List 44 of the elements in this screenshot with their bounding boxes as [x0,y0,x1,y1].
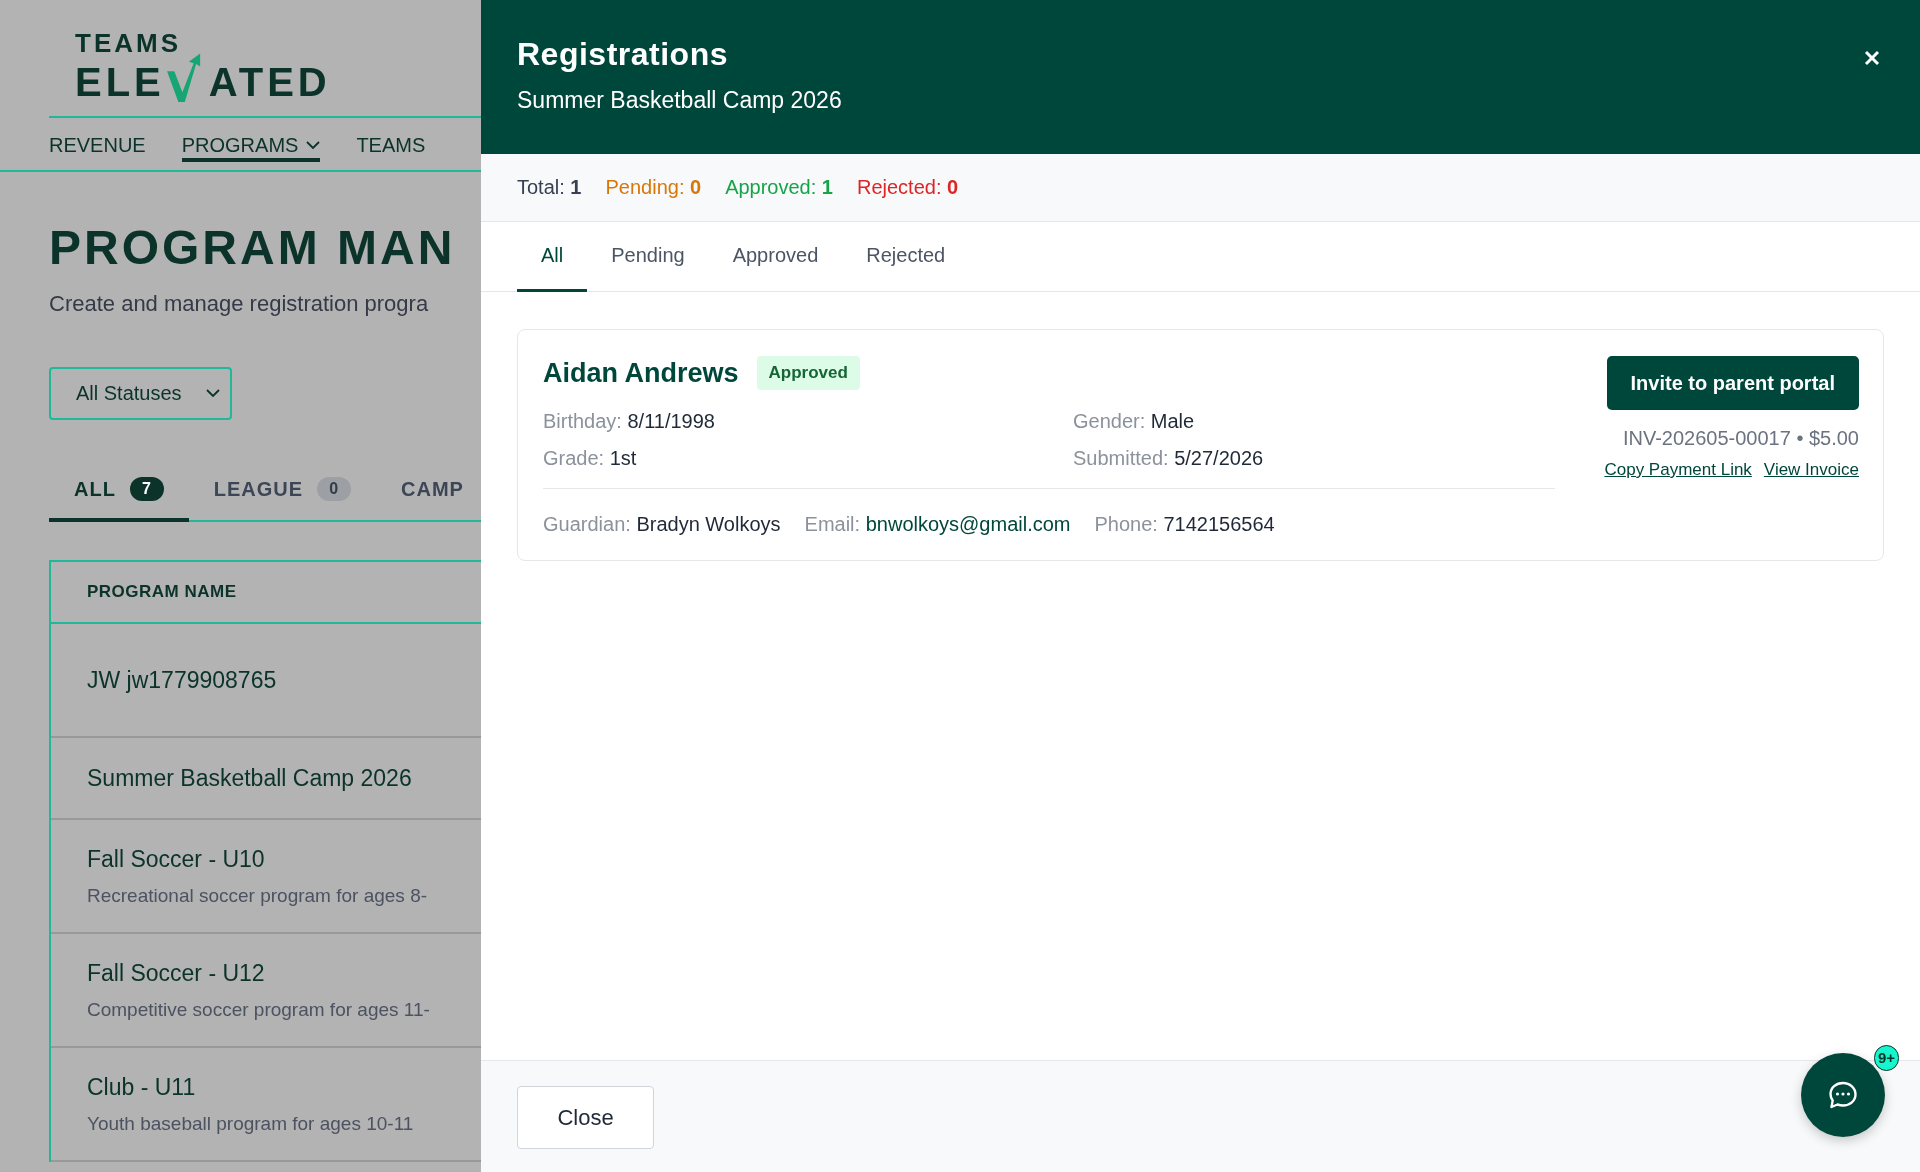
program-name: JW jw1779908765 [87,666,277,694]
detail-field: Grade: 1st [543,447,1073,470]
chevron-down-icon [206,389,220,398]
category-tab[interactable]: LEAGUE 0 [188,460,377,522]
detail-field: Birthday: 8/11/1998 [543,410,1073,433]
filter-tab[interactable]: All [517,222,588,292]
summary-count: Approved: 1 [725,176,833,199]
program-name: Fall Soccer - U10 [87,845,265,873]
program-name: Fall Soccer - U12 [87,959,265,987]
page-title: PROGRAM MAN [49,220,456,275]
summary-count: Rejected: 0 [857,176,959,199]
program-name: Summer Basketball Camp 2026 [87,764,412,792]
invoice-summary: INV-202605-00017 • $5.00 [1622,427,1859,450]
filter-tab[interactable]: Approved [708,222,843,292]
close-button[interactable]: Close [517,1086,654,1149]
summary-count: Total: 1 [517,176,582,199]
contact-field: Email: bnwolkoys@gmail.com [804,513,1071,536]
filter-tab[interactable]: Rejected [842,222,970,292]
contact-field: Guardian: Bradyn Wolkoys [543,513,781,536]
status-badge: Approved [756,356,860,390]
drawer-subtitle: Summer Basketball Camp 2026 [517,87,842,114]
invoice-link[interactable]: View Invoice [1763,460,1859,480]
page-subtitle: Create and manage registration progra [49,291,429,317]
invite-button[interactable]: Invite to parent portal [1606,356,1859,410]
filter-tab[interactable]: Pending [587,222,709,292]
nav-tab[interactable]: PROGRAMS [181,132,321,162]
nav-tab[interactable]: REVENUE [49,132,146,162]
program-name: Club - U11 [87,1073,196,1101]
program-description: Youth baseball program for ages 10-11 [87,1112,414,1135]
program-description: Recreational soccer program for ages 8- [87,884,428,907]
contact-field: Phone: 7142156564 [1094,513,1275,536]
category-tab[interactable]: ALL 7 [49,460,189,522]
detail-field: Submitted: 5/27/2026 [1073,447,1555,470]
logo: TEAMS ELE ATED [75,30,331,102]
registrant-name: Aidan Andrews [543,357,739,389]
detail-field: Gender: Male [1073,410,1555,433]
program-description: Competitive soccer program for ages 11- [87,998,430,1021]
summary-count: Pending: 0 [605,176,702,199]
nav-tab[interactable]: TEAMS [356,132,426,162]
status-dropdown[interactable]: All Statuses [49,367,232,420]
invoice-link[interactable]: Copy Payment Link [1604,460,1752,480]
category-tab[interactable]: CAMP [376,460,481,522]
chat-bubble-icon [1827,1080,1859,1110]
drawer-title: Registrations [517,36,729,73]
